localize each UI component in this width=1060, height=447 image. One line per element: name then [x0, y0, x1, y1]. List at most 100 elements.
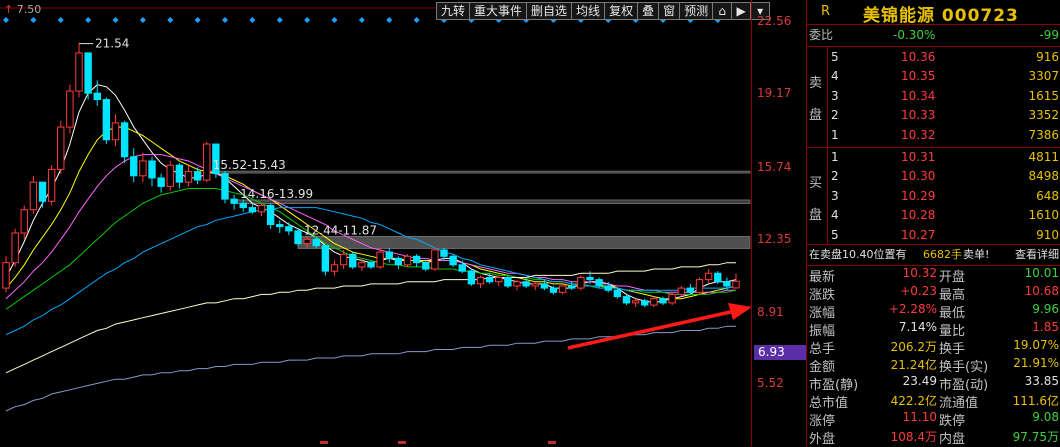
buy-level-row[interactable]: 4 10.28 1610	[807, 206, 1060, 225]
adjust-price-button[interactable]: 复权	[604, 2, 639, 20]
candle-body	[504, 276, 512, 287]
y-tick: 19.17	[757, 86, 792, 100]
y-tick: 22.56	[757, 14, 792, 28]
candle-body	[47, 168, 56, 202]
candle-body	[120, 122, 129, 158]
window-button[interactable]: 窗	[658, 2, 681, 20]
level-volume: 7386	[1028, 127, 1059, 142]
notice-qty: 6682手	[923, 248, 962, 261]
sell-level-row[interactable]: 2 10.33 3352	[807, 106, 1060, 125]
event-diamond-icon	[386, 17, 393, 23]
weibi-pct: -0.30%	[893, 28, 936, 42]
candle-body	[166, 164, 174, 187]
weibi-label: 委比	[809, 28, 834, 42]
stat-value: +2.28%	[888, 302, 937, 316]
candle-body	[394, 257, 403, 266]
candle-body	[29, 181, 38, 211]
notice-prefix: 在卖盘10.40位置有	[809, 248, 907, 261]
event-diamond-icon	[30, 17, 37, 23]
stat-row: 总手 206.2万 换手 19.07%	[807, 338, 1060, 357]
stat-row: 涨停 11.10 跌停 9.08	[807, 410, 1060, 429]
stat-value: 7.14%	[898, 320, 937, 334]
event-diamond-icon	[331, 17, 338, 23]
candle-body	[221, 173, 229, 200]
major-events-button[interactable]: 重大事件	[469, 2, 528, 20]
level-volume: 3352	[1028, 108, 1059, 123]
event-diamond-icon	[3, 17, 9, 23]
remove-watchlist-button[interactable]: 删自选	[526, 2, 573, 20]
bottom-marker	[548, 441, 556, 444]
stat-value: 11.10	[902, 410, 937, 424]
y-tick: 12.35	[757, 232, 792, 246]
candle-body	[622, 296, 631, 304]
weibi-row: 委比 -0.30% -99	[807, 26, 1060, 45]
stat-label: 开盘	[939, 270, 966, 285]
stat-label: 跌停	[939, 414, 966, 429]
buy-level-row[interactable]: 5 10.27 910	[807, 226, 1060, 245]
level-price: 10.32	[901, 127, 936, 142]
candle-body	[577, 276, 585, 289]
stat-label: 市盈(动)	[939, 378, 989, 393]
lock-icon[interactable]: ⌂	[712, 2, 733, 20]
sell-level-row[interactable]: 3 10.34 1615	[807, 87, 1060, 106]
candle-body	[568, 285, 576, 289]
forecast-button[interactable]: 预测	[679, 2, 714, 20]
overlay-button[interactable]: 叠	[637, 2, 660, 20]
stat-label: 最新	[809, 270, 836, 285]
candle-body	[677, 287, 685, 295]
event-diamond-icon	[57, 17, 64, 23]
candle-body	[650, 298, 658, 306]
stat-value: 33.85	[1024, 374, 1059, 388]
stat-value: 422.2亿	[890, 394, 937, 408]
buy-level-row[interactable]: 1 10.31 4811	[807, 148, 1060, 167]
buy-level-row[interactable]: 2 10.30 8498	[807, 167, 1060, 186]
event-diamond-icon	[112, 17, 119, 23]
stat-value: 21.24亿	[890, 358, 937, 372]
jiuzhuan-button[interactable]: 九转	[436, 2, 471, 20]
candle-body	[714, 272, 722, 283]
candle-body	[312, 238, 320, 247]
level-volume: 910	[1036, 227, 1059, 242]
stock-title: 美锦能源 000723	[863, 6, 1019, 26]
event-diamond-icon	[194, 17, 201, 23]
candle-body	[276, 224, 284, 228]
play-icon[interactable]: ▶︎	[731, 2, 752, 20]
view-detail-link[interactable]: 查看详细	[1015, 245, 1059, 264]
stat-value: 108.4万	[890, 430, 937, 444]
stat-label: 涨跌	[809, 288, 836, 303]
candle-body	[467, 270, 476, 285]
candle-body	[102, 99, 111, 141]
event-diamond-icon	[304, 17, 311, 23]
candle-body	[175, 164, 184, 183]
candle-body	[723, 281, 731, 287]
moving-average-button[interactable]: 均线	[571, 2, 606, 20]
sell-level-row[interactable]: 5 10.36 916	[807, 48, 1060, 67]
peak-label: 21.54	[95, 37, 129, 51]
level-volume: 916	[1036, 50, 1059, 64]
candle-body	[339, 253, 348, 266]
stat-row: 金额 21.24亿 换手(实) 21.91%	[807, 356, 1060, 375]
stat-label: 外盘	[809, 432, 836, 447]
candle-body	[66, 90, 74, 128]
stat-label: 市盈(静)	[809, 378, 859, 393]
moving-average-line	[5, 188, 737, 310]
candle-body	[111, 122, 120, 141]
stat-row: 最新 10.32 开盘 10.01	[807, 266, 1060, 285]
top-left-value: 7.50	[16, 3, 42, 16]
annotation-arrow-shaft	[567, 309, 736, 350]
candle-body	[449, 255, 457, 266]
stat-value: 9.96	[1032, 302, 1059, 316]
candle-body	[485, 276, 494, 283]
candle-body	[422, 262, 430, 270]
stat-label: 最高	[939, 288, 966, 303]
stat-value: 19.07%	[1013, 338, 1059, 352]
level-price: 10.33	[901, 108, 936, 123]
sell-level-row[interactable]: 1 10.32 7386	[807, 126, 1060, 145]
sell-level-row[interactable]: 4 10.35 3307	[807, 67, 1060, 86]
candle-body	[686, 287, 695, 293]
buy-level-row[interactable]: 3 10.29 648	[807, 187, 1060, 206]
stat-row: 总市值 422.2亿 流通值 111.6亿	[807, 392, 1060, 411]
candle-body	[549, 287, 558, 293]
candle-body	[595, 279, 603, 287]
kline-chart[interactable]: 21.54 15.52-15.43 14.16-13.99 12.44-11.87	[0, 0, 757, 446]
